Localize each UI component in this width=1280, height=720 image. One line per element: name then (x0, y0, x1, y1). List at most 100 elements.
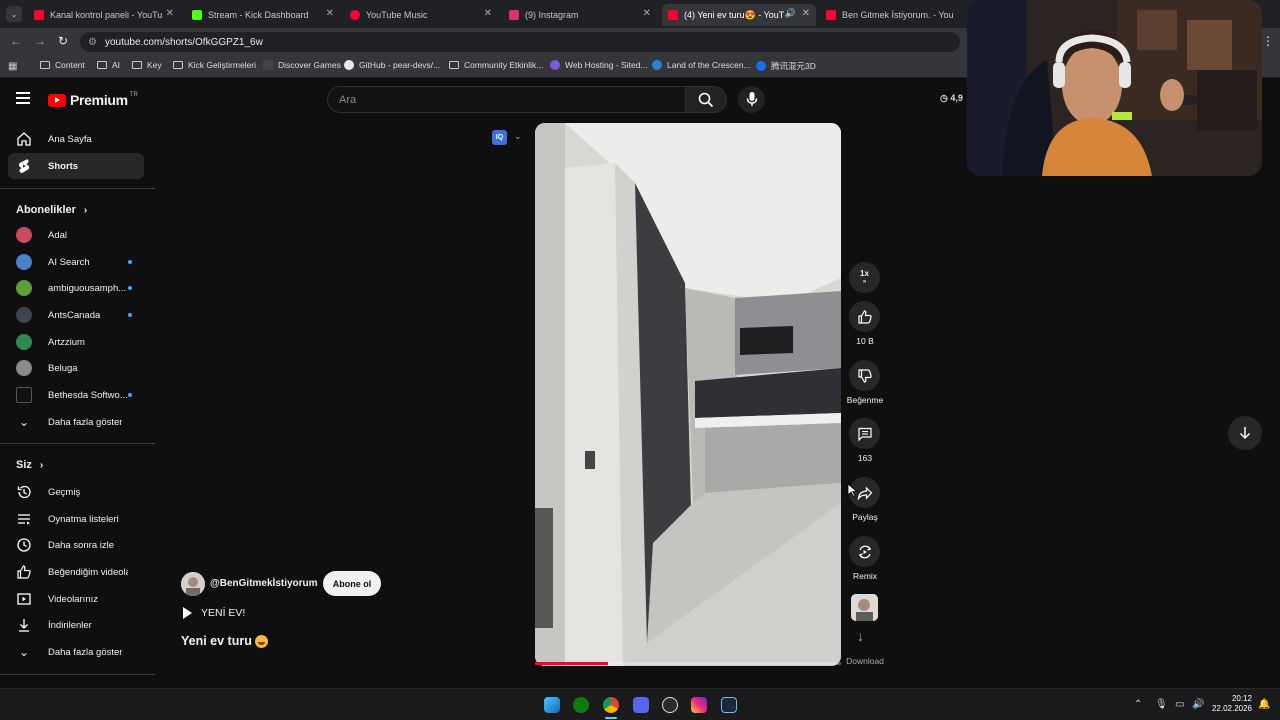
remix-icon (858, 545, 871, 558)
you-heading[interactable]: Siz › (16, 459, 43, 471)
show-more-you[interactable]: ⌄ Daha fazla göster (8, 639, 144, 665)
channel-avatar[interactable] (181, 572, 205, 596)
game-icon (263, 60, 273, 70)
sidebar-item-liked-videos[interactable]: Beğendiğim videolar (8, 559, 144, 585)
browser-tab[interactable]: YouTube Music ✕ (344, 4, 498, 26)
reload-icon[interactable]: ↻ (58, 34, 68, 48)
close-tab-icon[interactable]: ✕ (484, 8, 492, 19)
sidebar-channel-item[interactable]: Adal (8, 222, 144, 248)
folder-icon (97, 61, 107, 69)
iq-extension-badge[interactable]: IQ (492, 130, 507, 145)
browser-tab[interactable]: Kanal kontrol paneli - YouTube ✕ (28, 4, 180, 26)
dislike-button[interactable] (849, 360, 880, 391)
channel-name[interactable]: @BenGitmekİstiyorum (210, 578, 318, 589)
sidebar-item-watch-later[interactable]: Daha sonra izle (8, 532, 144, 558)
browser-tab[interactable]: Stream - Kick Dashboard ✕ (186, 4, 340, 26)
menu-icon[interactable]: ⋮ (1262, 34, 1274, 48)
sidebar-channel-item[interactable]: AI Search (8, 249, 144, 275)
globe-icon (550, 60, 560, 70)
voice-search-button[interactable] (738, 86, 765, 113)
kitchen-video-frame (535, 123, 841, 666)
tab-search-button[interactable]: ⌄ (6, 6, 22, 22)
address-bar[interactable]: ⚙ youtube.com/shorts/OfkGGPZ1_6w (80, 32, 960, 52)
video-progress-bar[interactable] (535, 662, 841, 665)
sidebar-item-downloads[interactable]: İndirilenler (8, 612, 144, 638)
close-tab-icon[interactable]: ✕ (643, 8, 651, 19)
fast-forward-icon: » (862, 278, 867, 285)
bookmark-item[interactable]: GitHub - pear-devs/... (344, 60, 440, 70)
bookmark-item[interactable]: AI (97, 60, 120, 70)
chrome-icon[interactable] (603, 697, 619, 713)
search-button[interactable] (685, 86, 727, 113)
xbox-icon[interactable] (573, 697, 589, 713)
chevron-down-icon[interactable]: ⌄ (514, 131, 522, 142)
folder-icon (449, 61, 459, 69)
windows-start-icon[interactable] (544, 697, 560, 713)
network-icon[interactable]: ▭ (1175, 699, 1184, 710)
apps-grid-icon[interactable]: ▦ (8, 61, 17, 72)
download-label[interactable]: Download (835, 656, 895, 666)
playback-speed-button[interactable]: 1x » (849, 262, 880, 293)
bookmark-item[interactable]: Key (132, 60, 162, 70)
steam-icon[interactable] (721, 697, 737, 713)
subscribe-button[interactable]: Abone ol (323, 571, 381, 596)
close-tab-icon[interactable]: ✕ (802, 8, 810, 19)
sound-remix-thumbnail[interactable] (851, 594, 878, 621)
sidebar-channel-item[interactable]: Artzzium (8, 329, 144, 355)
bookmark-item[interactable]: Web Hosting - Sited... (550, 60, 648, 70)
bookmark-item[interactable]: Discover Games (263, 60, 341, 70)
short-video-player[interactable] (535, 123, 841, 666)
channel-avatar-image (181, 572, 205, 596)
sidebar-channel-item[interactable]: Beluga (8, 355, 144, 381)
show-more-subscriptions[interactable]: ⌄ Daha fazla göster (8, 409, 144, 435)
browser-tab[interactable]: (9) Instagram ✕ (503, 4, 657, 26)
audio-playing-icon[interactable]: 🔊 (785, 8, 796, 19)
folder-icon (132, 61, 142, 69)
browser-tab-active[interactable]: (4) Yeni ev turu😍 - YouTube 🔊 ✕ (662, 4, 816, 26)
volume-icon[interactable]: 🔊 (1192, 699, 1204, 710)
menu-icon[interactable] (16, 92, 30, 104)
channel-avatar (16, 227, 32, 243)
microphone-icon[interactable]: 🎙 (1155, 699, 1168, 710)
sidebar-item-playlists[interactable]: Oynatma listeleri (8, 506, 144, 532)
bookmark-item[interactable]: 腾讯混元3D (756, 60, 816, 72)
bookmark-item[interactable]: Land of the Crescen... (652, 60, 751, 70)
close-tab-icon[interactable]: ✕ (326, 8, 334, 19)
browser-tab[interactable]: Ben Gitmek İstiyorum. - YouTube (820, 4, 970, 26)
sidebar-item-home[interactable]: Ana Sayfa (8, 126, 144, 152)
back-icon[interactable]: ← (10, 34, 22, 48)
sidebar-divider (0, 188, 155, 189)
like-button[interactable] (849, 301, 880, 332)
chevron-up-icon[interactable]: ⌃ (1134, 699, 1142, 710)
instagram-icon[interactable] (691, 697, 707, 713)
subscriptions-heading[interactable]: Abonelikler › (16, 204, 87, 216)
close-tab-icon[interactable]: ✕ (166, 8, 174, 19)
sidebar: Ana Sayfa Shorts Abonelikler › Adal AI S… (0, 124, 155, 684)
bookmark-item[interactable]: Kick Geliştirmeleri (173, 60, 256, 70)
sidebar-channel-item[interactable]: ambiguousamph... (8, 275, 144, 301)
share-icon (857, 486, 872, 501)
sidebar-item-history[interactable]: Geçmiş (8, 479, 144, 505)
remix-button[interactable] (849, 536, 880, 567)
sidebar-channel-item[interactable]: Bethesda Softwo... (8, 382, 144, 408)
playlist-link[interactable]: YENİ EV! (183, 607, 245, 619)
youtube-logo-icon (48, 93, 66, 107)
youtube-premium-logo[interactable]: Premium TR (48, 92, 138, 108)
next-short-button[interactable] (1228, 416, 1262, 450)
sidebar-item-your-videos[interactable]: Videolarınız (8, 586, 144, 612)
bookmark-item[interactable]: Content (40, 60, 85, 70)
download-icon[interactable]: ↓ (857, 628, 864, 644)
sidebar-item-shorts[interactable]: Shorts (8, 153, 144, 179)
sidebar-channel-item[interactable]: AntsCanada (8, 302, 144, 328)
sidebar-divider (0, 674, 155, 675)
forward-icon[interactable]: → (34, 34, 46, 48)
obs-icon[interactable] (662, 697, 678, 713)
comments-button[interactable] (849, 418, 880, 449)
system-clock[interactable]: 20:12 22.02.2026 (1210, 694, 1252, 714)
discord-icon[interactable] (633, 697, 649, 713)
bookmark-item[interactable]: Community Etkinlik... (449, 60, 543, 70)
notification-icon[interactable]: 🔔 (1258, 699, 1270, 710)
search-input[interactable] (328, 87, 668, 112)
your-videos-icon (16, 591, 32, 607)
site-info-icon[interactable]: ⚙ (88, 37, 97, 48)
